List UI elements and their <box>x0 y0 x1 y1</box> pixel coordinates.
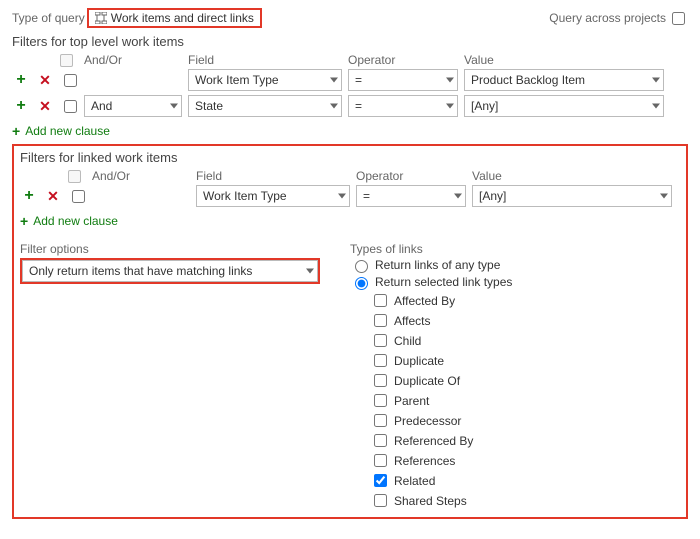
col-field: Field <box>188 53 342 67</box>
filter-row: + ✕ Work Item Type = Product Backlog Ite… <box>12 69 688 91</box>
row-select-checkbox[interactable] <box>72 190 85 203</box>
across-projects-checkbox[interactable] <box>672 12 685 25</box>
insert-clause-button[interactable]: + <box>12 98 30 114</box>
top-filters-title: Filters for top level work items <box>12 34 688 49</box>
link-type-checkbox[interactable] <box>374 414 387 427</box>
remove-clause-button[interactable]: ✕ <box>36 99 54 113</box>
linked-filters-section: Filters for linked work items And/Or Fie… <box>12 144 688 519</box>
link-type-row: Referenced By <box>370 431 680 450</box>
link-type-row: Shared Steps <box>370 491 680 510</box>
link-type-checkbox[interactable] <box>374 374 387 387</box>
filter-row: + ✕ And State = [Any] <box>12 95 688 117</box>
insert-clause-button[interactable]: + <box>20 188 38 204</box>
radio-selected-label: Return selected link types <box>375 275 512 289</box>
radio-any-label: Return links of any type <box>375 258 500 272</box>
col-value: Value <box>472 169 672 183</box>
linked-filters-title: Filters for linked work items <box>20 150 680 165</box>
filter-options-label: Filter options <box>20 242 320 256</box>
link-type-checkbox[interactable] <box>374 454 387 467</box>
link-type-checkbox[interactable] <box>374 294 387 307</box>
link-type-checkbox[interactable] <box>374 494 387 507</box>
link-type-label: Affects <box>394 314 430 328</box>
chevron-down-icon <box>170 104 178 109</box>
type-of-query-label: Type of query <box>12 11 85 25</box>
field-select[interactable]: Work Item Type <box>196 185 350 207</box>
query-type-text: Work items and direct links <box>111 11 254 25</box>
link-type-checkbox[interactable] <box>374 394 387 407</box>
link-type-row: References <box>370 451 680 470</box>
link-type-checkbox[interactable] <box>374 334 387 347</box>
value-select[interactable]: [Any] <box>472 185 672 207</box>
chevron-down-icon <box>306 269 314 274</box>
radio-any-type[interactable] <box>355 260 368 273</box>
link-type-row: Duplicate Of <box>370 371 680 390</box>
chevron-down-icon <box>338 194 346 199</box>
add-clause-button[interactable]: + Add new clause <box>12 124 110 138</box>
plus-icon: + <box>12 124 20 138</box>
direct-links-icon <box>95 12 107 24</box>
andor-select[interactable]: And <box>84 95 182 117</box>
link-type-row: Predecessor <box>370 411 680 430</box>
remove-clause-button[interactable]: ✕ <box>36 73 54 87</box>
field-select[interactable]: Work Item Type <box>188 69 342 91</box>
link-type-label: Parent <box>394 394 429 408</box>
col-andor: And/Or <box>84 53 182 67</box>
operator-select[interactable]: = <box>348 69 458 91</box>
link-type-label: Affected By <box>394 294 455 308</box>
types-of-links-label: Types of links <box>350 242 680 256</box>
chevron-down-icon <box>454 194 462 199</box>
link-type-checkbox[interactable] <box>374 354 387 367</box>
link-type-row: Duplicate <box>370 351 680 370</box>
filter-row: + ✕ Work Item Type = [Any] <box>20 185 680 207</box>
link-type-checkbox[interactable] <box>374 434 387 447</box>
col-operator: Operator <box>348 53 458 67</box>
link-type-label: References <box>394 454 455 468</box>
chevron-down-icon <box>652 104 660 109</box>
col-field: Field <box>196 169 350 183</box>
chevron-down-icon <box>330 78 338 83</box>
link-type-label: Child <box>394 334 421 348</box>
value-select[interactable]: [Any] <box>464 95 664 117</box>
link-type-label: Shared Steps <box>394 494 467 508</box>
group-icon <box>60 54 73 67</box>
across-projects-label: Query across projects <box>549 11 666 25</box>
chevron-down-icon <box>446 104 454 109</box>
add-clause-button[interactable]: + Add new clause <box>20 214 118 228</box>
link-type-row: Related <box>370 471 680 490</box>
chevron-down-icon <box>660 194 668 199</box>
remove-clause-button[interactable]: ✕ <box>44 189 62 203</box>
col-operator: Operator <box>356 169 466 183</box>
link-type-label: Referenced By <box>394 434 473 448</box>
link-type-checkbox[interactable] <box>374 474 387 487</box>
radio-selected-types[interactable] <box>355 277 368 290</box>
link-type-row: Affected By <box>370 291 680 310</box>
group-icon <box>68 170 81 183</box>
link-type-row: Parent <box>370 391 680 410</box>
field-select[interactable]: State <box>188 95 342 117</box>
link-type-label: Predecessor <box>394 414 461 428</box>
row-select-checkbox[interactable] <box>64 100 77 113</box>
col-andor: And/Or <box>92 169 190 183</box>
filter-options-select[interactable]: Only return items that have matching lin… <box>22 260 318 282</box>
operator-select[interactable]: = <box>348 95 458 117</box>
row-select-checkbox[interactable] <box>64 74 77 87</box>
link-type-row: Child <box>370 331 680 350</box>
link-type-checkbox[interactable] <box>374 314 387 327</box>
chevron-down-icon <box>330 104 338 109</box>
link-type-label: Related <box>394 474 435 488</box>
link-type-label: Duplicate Of <box>394 374 460 388</box>
plus-icon: + <box>20 214 28 228</box>
operator-select[interactable]: = <box>356 185 466 207</box>
link-type-label: Duplicate <box>394 354 444 368</box>
insert-clause-button[interactable]: + <box>12 72 30 88</box>
link-type-row: Affects <box>370 311 680 330</box>
col-value: Value <box>464 53 664 67</box>
chevron-down-icon <box>652 78 660 83</box>
chevron-down-icon <box>446 78 454 83</box>
value-select[interactable]: Product Backlog Item <box>464 69 664 91</box>
query-type-selector[interactable]: Work items and direct links <box>87 8 262 28</box>
